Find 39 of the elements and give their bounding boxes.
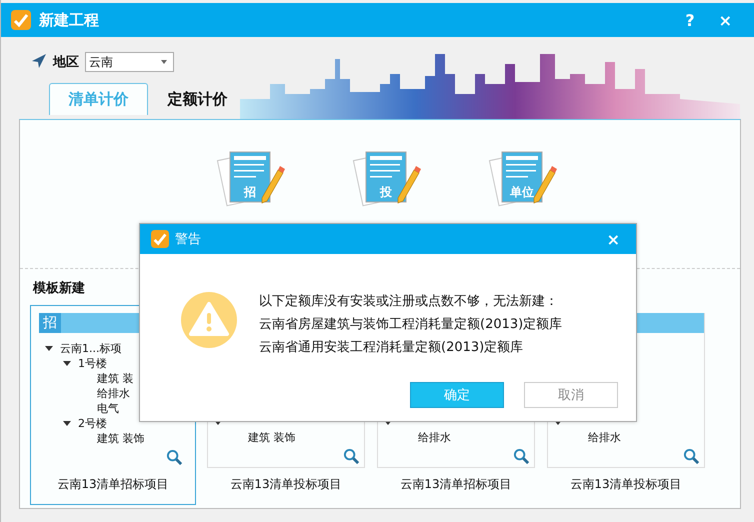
card-caption: 云南13清单投标项目 bbox=[569, 476, 683, 493]
tree-item[interactable]: 给排水 bbox=[588, 430, 621, 445]
app-logo-icon bbox=[151, 230, 169, 248]
tab[interactable]: 定额计价 bbox=[148, 83, 247, 115]
tree-item[interactable]: 建筑 装 bbox=[97, 371, 134, 386]
icon-badge-label: 投 bbox=[378, 184, 393, 201]
search-icon[interactable] bbox=[166, 448, 183, 466]
caret-icon bbox=[161, 60, 167, 64]
region-dropdown[interactable]: 云南 bbox=[85, 52, 174, 72]
message-line: 云南省房屋建筑与装饰工程消耗量定额(2013)定额库 bbox=[259, 316, 562, 334]
icon-badge-label: 单位 bbox=[509, 184, 535, 201]
expand-triangle-icon[interactable] bbox=[63, 421, 71, 426]
search-icon[interactable] bbox=[683, 448, 700, 464]
tree-item[interactable]: 1号楼 bbox=[78, 356, 107, 371]
app-logo-icon bbox=[11, 10, 31, 30]
icon-badge-label: 招 bbox=[242, 184, 257, 201]
tree-item[interactable]: 建筑 装饰 bbox=[248, 430, 296, 445]
tree-item[interactable]: 云南1...标项 bbox=[60, 341, 122, 356]
tree-item[interactable]: 给排水 bbox=[97, 386, 130, 401]
section-title: 模板新建 bbox=[33, 280, 85, 295]
card-caption: 云南13清单招标项目 bbox=[56, 476, 170, 493]
message-line: 以下定额库没有安装或注册或点数不够，无法新建： bbox=[259, 293, 559, 311]
tree-item[interactable]: 2号楼 bbox=[78, 416, 107, 431]
search-icon[interactable] bbox=[513, 448, 530, 464]
dialog-title: 警告 bbox=[175, 231, 201, 248]
tree-item[interactable]: 给排水 bbox=[418, 430, 451, 445]
search-icon[interactable] bbox=[343, 448, 360, 464]
card-badge: 招 bbox=[39, 313, 61, 333]
region-label: 地区 bbox=[53, 54, 79, 71]
window-title: 新建工程 bbox=[39, 10, 99, 30]
tree-item[interactable]: 电气 bbox=[97, 401, 119, 416]
expand-triangle-icon[interactable] bbox=[45, 346, 53, 351]
card-caption: 云南13清单投标项目 bbox=[229, 476, 343, 493]
warning-icon bbox=[181, 292, 237, 348]
tree-item[interactable]: 建筑 装饰 bbox=[97, 431, 144, 446]
expand-triangle-icon[interactable] bbox=[63, 361, 71, 366]
dialog-button[interactable]: 取消 bbox=[524, 382, 618, 408]
message-line: 云南省通用安装工程消耗量定额(2013)定额库 bbox=[259, 339, 524, 357]
card-caption: 云南13清单招标项目 bbox=[399, 476, 513, 493]
